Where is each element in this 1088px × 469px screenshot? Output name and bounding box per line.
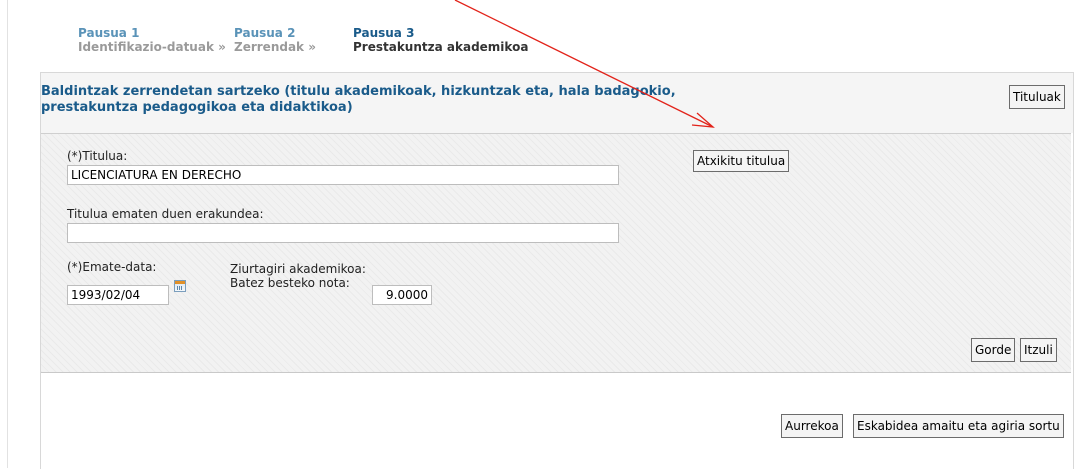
annotation-arrow	[454, 0, 715, 128]
annotation-arrow-head	[691, 112, 715, 128]
annotation-arrow-line	[454, 0, 714, 128]
